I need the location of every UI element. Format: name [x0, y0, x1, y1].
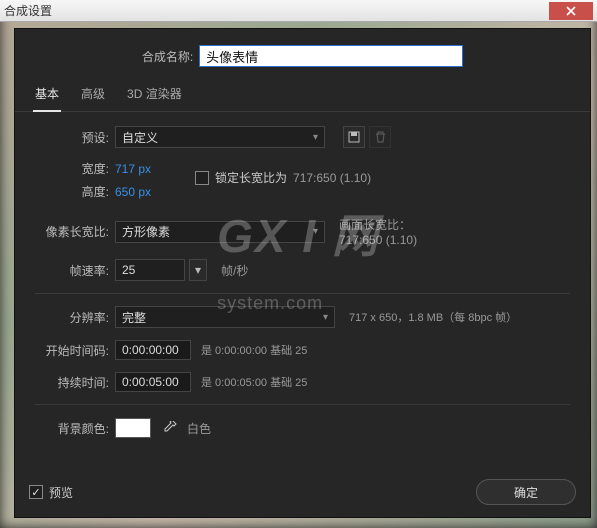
tabs: 基本 高级 3D 渲染器	[15, 81, 590, 112]
par-select[interactable]: 方形像素 ▾	[115, 221, 325, 243]
tab-basic[interactable]: 基本	[33, 81, 61, 112]
duration-input[interactable]: 0:00:05:00	[115, 372, 191, 392]
resolution-select[interactable]: 完整 ▾	[115, 306, 335, 328]
close-button[interactable]	[549, 2, 593, 20]
resolution-info: 717 x 650，1.8 MB（每 8bpc 帧）	[349, 309, 517, 325]
comp-name-label: 合成名称:	[142, 48, 199, 65]
close-icon	[566, 6, 576, 16]
frame-aspect: 画面长宽比： 717:650 (1.10)	[339, 216, 417, 247]
preset-value: 自定义	[122, 129, 158, 146]
par-value: 方形像素	[122, 223, 170, 240]
preview-checkbox[interactable]: ✓	[29, 485, 43, 499]
save-icon	[348, 131, 360, 143]
tab-3d-renderer[interactable]: 3D 渲染器	[125, 81, 184, 111]
preview-label: 预览	[49, 484, 73, 501]
preset-select[interactable]: 自定义 ▾	[115, 126, 325, 148]
fps-label: 帧速率:	[35, 262, 115, 279]
par-label: 像素长宽比:	[35, 223, 115, 240]
width-label: 宽度:	[35, 160, 115, 177]
fps-unit: 帧/秒	[221, 262, 248, 279]
start-tc-label: 开始时间码:	[35, 342, 115, 359]
comp-name-input[interactable]	[199, 45, 463, 67]
height-input[interactable]: 650 px	[115, 185, 151, 199]
preset-label: 预设:	[35, 129, 115, 146]
lock-aspect-label: 锁定长宽比为	[215, 169, 287, 186]
height-label: 高度:	[35, 183, 115, 200]
bg-label: 背景颜色:	[35, 420, 115, 437]
eyedropper-button[interactable]	[159, 417, 181, 439]
bg-color-name: 白色	[187, 420, 211, 437]
save-preset-button[interactable]	[343, 126, 365, 148]
lock-aspect-ratio: 717:650 (1.10)	[293, 171, 371, 185]
window-titlebar: 合成设置	[0, 0, 597, 22]
ok-button[interactable]: 确定	[476, 479, 576, 505]
tab-advanced[interactable]: 高级	[79, 81, 107, 111]
window-title: 合成设置	[4, 2, 549, 19]
composition-settings-dialog: 合成名称: 基本 高级 3D 渲染器 预设: 自定义 ▾ 宽度: 717 px	[14, 28, 591, 518]
chevron-down-icon: ▾	[195, 263, 201, 277]
lock-aspect-checkbox[interactable]	[195, 171, 209, 185]
fps-value: 25	[122, 263, 135, 277]
duration-label: 持续时间:	[35, 374, 115, 391]
bg-color-swatch[interactable]	[115, 418, 151, 438]
chevron-down-icon: ▾	[313, 226, 318, 237]
chevron-down-icon: ▾	[323, 312, 328, 323]
start-tc-input[interactable]: 0:00:00:00	[115, 340, 191, 360]
fps-dropdown-button[interactable]: ▾	[189, 259, 207, 281]
delete-preset-button	[369, 126, 391, 148]
start-tc-note: 是 0:00:00:00 基础 25	[201, 342, 307, 358]
trash-icon	[375, 131, 386, 143]
eyedropper-icon	[163, 421, 177, 435]
chevron-down-icon: ▾	[313, 132, 318, 143]
resolution-value: 完整	[122, 309, 146, 326]
basic-panel: 预设: 自定义 ▾ 宽度: 717 px 高度: 650 px 锁定长宽比为	[15, 112, 590, 461]
width-input[interactable]: 717 px	[115, 162, 151, 176]
resolution-label: 分辨率:	[35, 309, 115, 326]
fps-select[interactable]: 25	[115, 259, 185, 281]
duration-note: 是 0:00:05:00 基础 25	[201, 374, 307, 390]
